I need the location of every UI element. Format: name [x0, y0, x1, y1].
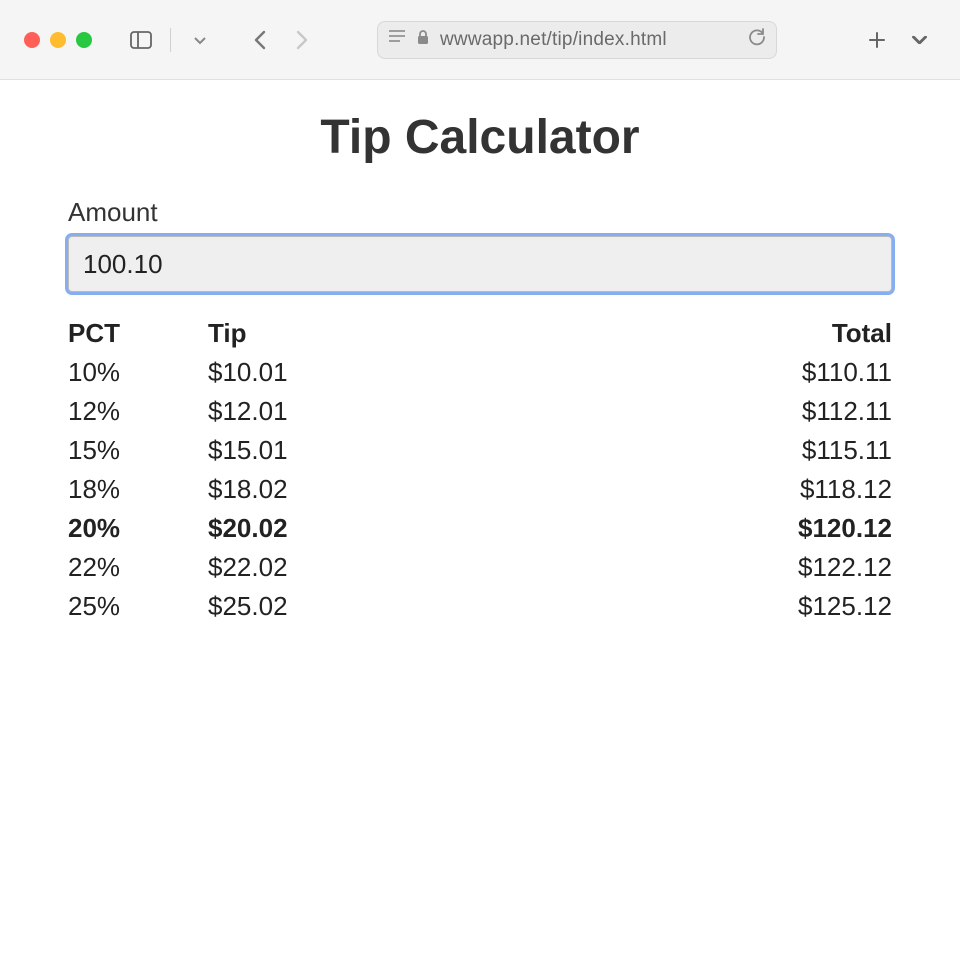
lock-icon — [416, 29, 430, 50]
close-window-icon[interactable] — [24, 32, 40, 48]
table-row: 15%$15.01$115.11 — [68, 431, 892, 470]
cell-tip: $20.02 — [208, 509, 712, 548]
table-row: 22%$22.02$122.12 — [68, 548, 892, 587]
separator — [170, 28, 171, 52]
reader-mode-icon[interactable] — [388, 29, 406, 50]
cell-pct: 15% — [68, 431, 208, 470]
cell-total: $122.12 — [712, 548, 892, 587]
reload-icon[interactable] — [748, 28, 766, 51]
page-content: Tip Calculator Amount PCT Tip Total 10%$… — [0, 80, 960, 626]
table-row: 25%$25.02$125.12 — [68, 587, 892, 626]
cell-tip: $12.01 — [208, 392, 712, 431]
cell-pct: 10% — [68, 353, 208, 392]
tab-groups-dropdown[interactable] — [183, 23, 217, 57]
cell-pct: 25% — [68, 587, 208, 626]
cell-pct: 22% — [68, 548, 208, 587]
maximize-window-icon[interactable] — [76, 32, 92, 48]
cell-pct: 18% — [68, 470, 208, 509]
cell-total: $118.12 — [712, 470, 892, 509]
minimize-window-icon[interactable] — [50, 32, 66, 48]
cell-total: $110.11 — [712, 353, 892, 392]
back-button[interactable] — [243, 23, 277, 57]
amount-input[interactable] — [68, 236, 892, 292]
col-tip: Tip — [208, 314, 712, 353]
cell-pct: 20% — [68, 509, 208, 548]
new-tab-button[interactable] — [860, 23, 894, 57]
tip-table: PCT Tip Total 10%$10.01$110.1112%$12.01$… — [68, 314, 892, 626]
forward-button[interactable] — [285, 23, 319, 57]
cell-tip: $22.02 — [208, 548, 712, 587]
col-total: Total — [712, 314, 892, 353]
amount-label: Amount — [68, 197, 892, 228]
table-header-row: PCT Tip Total — [68, 314, 892, 353]
window-controls — [24, 32, 92, 48]
table-row: 18%$18.02$118.12 — [68, 470, 892, 509]
cell-total: $115.11 — [712, 431, 892, 470]
url-text: wwwapp.net/tip/index.html — [440, 29, 667, 51]
cell-tip: $18.02 — [208, 470, 712, 509]
overflow-menu-button[interactable] — [902, 23, 936, 57]
cell-pct: 12% — [68, 392, 208, 431]
cell-total: $120.12 — [712, 509, 892, 548]
page-title: Tip Calculator — [68, 110, 892, 165]
col-pct: PCT — [68, 314, 208, 353]
table-row: 12%$12.01$112.11 — [68, 392, 892, 431]
cell-tip: $25.02 — [208, 587, 712, 626]
table-row: 20%$20.02$120.12 — [68, 509, 892, 548]
sidebar-toggle-button[interactable] — [124, 23, 158, 57]
browser-toolbar: wwwapp.net/tip/index.html — [0, 0, 960, 80]
cell-total: $112.11 — [712, 392, 892, 431]
cell-total: $125.12 — [712, 587, 892, 626]
cell-tip: $15.01 — [208, 431, 712, 470]
table-row: 10%$10.01$110.11 — [68, 353, 892, 392]
cell-tip: $10.01 — [208, 353, 712, 392]
address-bar[interactable]: wwwapp.net/tip/index.html — [377, 21, 777, 59]
